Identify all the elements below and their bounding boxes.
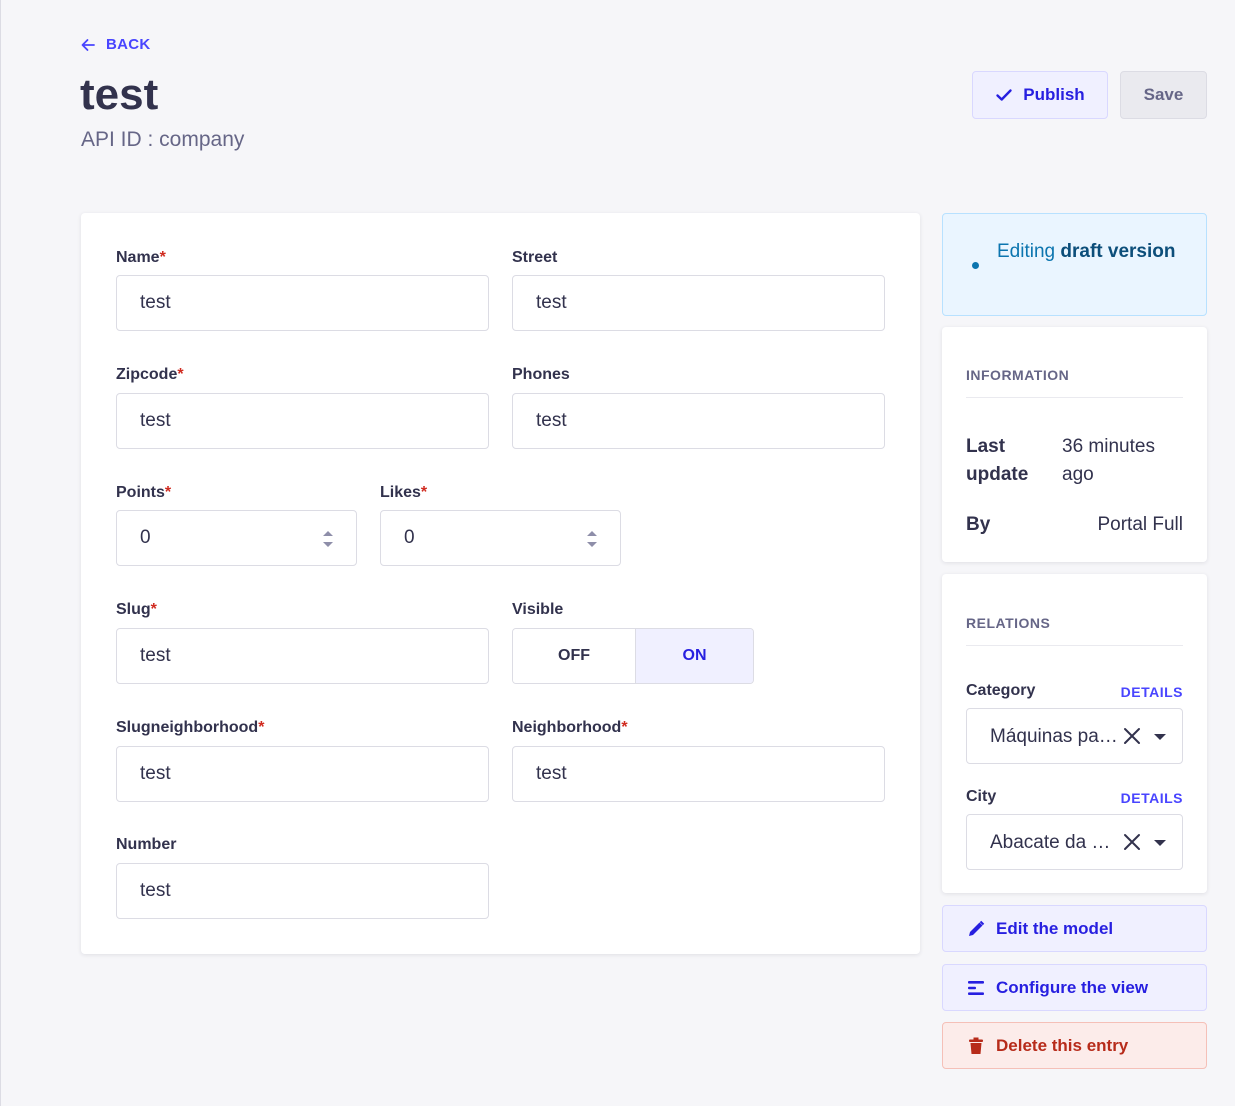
relations-panel: RELATIONS Category DETAILS Máquinas par…… [942, 574, 1207, 893]
last-update-value: 36 minutes ago [1062, 436, 1155, 485]
city-value: Abacate da P… [990, 832, 1118, 853]
draft-status-banner: Editing draft version [942, 213, 1207, 316]
by-value: Portal Full [1097, 514, 1183, 535]
zipcode-label: Zipcode* [116, 366, 184, 383]
category-label: Category [966, 682, 1036, 699]
number-label: Number [116, 836, 177, 853]
visible-off-option[interactable]: OFF [513, 629, 636, 683]
likes-input[interactable]: 0 [380, 510, 621, 566]
by-label: By [966, 514, 991, 535]
information-panel: INFORMATION Last update 36 minutes ago By … [942, 327, 1207, 562]
category-select[interactable]: Máquinas par… [966, 708, 1183, 764]
phones-input[interactable]: test [512, 393, 885, 449]
api-id: API ID : company [81, 128, 245, 151]
publish-label: Publish [1023, 85, 1085, 104]
category-details-link[interactable]: DETAILS [1121, 684, 1183, 700]
visible-toggle[interactable]: OFF ON [512, 628, 754, 684]
city-label: City [966, 788, 997, 805]
publish-button[interactable]: Publish [972, 71, 1108, 119]
city-select[interactable]: Abacate da P… [966, 814, 1183, 870]
neighborhood-value: test [536, 763, 567, 784]
status-dot-icon [972, 262, 979, 269]
number-value: test [140, 880, 171, 901]
points-input[interactable]: 0 [116, 510, 357, 566]
phones-label: Phones [512, 366, 570, 383]
trash-icon [969, 1037, 983, 1054]
chevron-down-icon[interactable] [1154, 733, 1166, 741]
neighborhood-input[interactable]: test [512, 746, 885, 802]
slugneighborhood-label: Slugneighborhood* [116, 719, 265, 736]
back-link[interactable]: BACK [80, 36, 151, 53]
slug-label: Slug* [116, 601, 157, 618]
points-value: 0 [140, 527, 151, 548]
street-label: Street [512, 249, 558, 266]
pencil-icon [969, 920, 985, 936]
likes-value: 0 [404, 527, 415, 548]
save-button[interactable]: Save [1120, 71, 1207, 119]
number-stepper-icon[interactable] [586, 529, 598, 549]
edit-model-button[interactable]: Edit the model [942, 905, 1207, 952]
slug-input[interactable]: test [116, 628, 489, 684]
neighborhood-label: Neighborhood* [512, 719, 628, 736]
street-input[interactable]: test [512, 275, 885, 331]
likes-label: Likes* [380, 484, 428, 501]
configure-view-button[interactable]: Configure the view [942, 964, 1207, 1011]
city-details-link[interactable]: DETAILS [1121, 790, 1183, 806]
edit-model-label: Edit the model [996, 918, 1114, 938]
save-label: Save [1143, 85, 1184, 104]
name-label: Name* [116, 249, 166, 266]
points-label: Points* [116, 484, 172, 501]
street-value: test [536, 292, 567, 313]
name-value: test [140, 292, 171, 313]
visible-on-option[interactable]: ON [636, 629, 753, 683]
configure-view-label: Configure the view [996, 977, 1149, 997]
arrow-left-icon [81, 38, 95, 51]
number-input[interactable]: test [116, 863, 489, 919]
back-label: BACK [106, 36, 151, 53]
delete-entry-button[interactable]: Delete this entry [942, 1022, 1207, 1069]
clear-icon[interactable] [1123, 833, 1141, 851]
category-value: Máquinas par… [990, 726, 1118, 747]
visible-label: Visible [512, 601, 564, 618]
page-title: test [80, 70, 159, 119]
list-settings-icon [968, 980, 984, 995]
draft-status-text: Editing draft version [997, 241, 1176, 262]
phones-value: test [536, 410, 567, 431]
relations-heading: RELATIONS [966, 615, 1051, 631]
edit-form: Name* test Street test Zipcode* test Pho… [81, 213, 920, 954]
slugneighborhood-value: test [140, 763, 171, 784]
slugneighborhood-input[interactable]: test [116, 746, 489, 802]
zipcode-input[interactable]: test [116, 393, 489, 449]
check-icon [996, 89, 1012, 101]
chevron-down-icon[interactable] [1154, 839, 1166, 847]
delete-entry-label: Delete this entry [996, 1035, 1129, 1055]
name-input[interactable]: test [116, 275, 489, 331]
zipcode-value: test [140, 410, 171, 431]
number-stepper-icon[interactable] [322, 529, 334, 549]
slug-value: test [140, 645, 171, 666]
information-heading: INFORMATION [966, 367, 1070, 383]
last-update-label: Last update [966, 436, 1029, 485]
clear-icon[interactable] [1123, 727, 1141, 745]
